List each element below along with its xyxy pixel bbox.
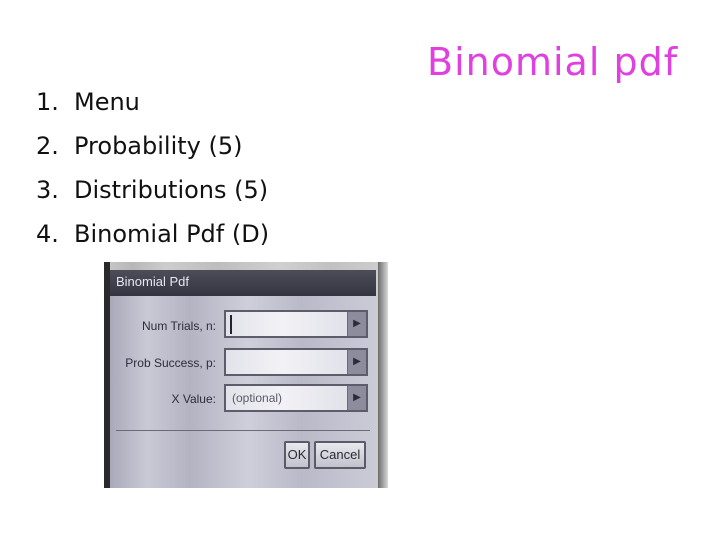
prob-success-label: Prob Success, p: (125, 356, 216, 370)
text-cursor (230, 315, 232, 334)
x-value-label: X Value: (171, 392, 216, 406)
step-item: 4. Binomial Pdf (D) (36, 212, 269, 256)
ok-button[interactable]: OK (284, 441, 310, 469)
step-number: 2. (36, 132, 59, 160)
chevron-right-icon[interactable]: ▶ (347, 386, 366, 410)
steps-list: 1. Menu 2. Probability (5) 3. Distributions… (36, 80, 269, 256)
binomial-pdf-dialog: Binomial Pdf Num Trials, n: ▶ Prob Succe… (110, 270, 376, 488)
dialog-divider (116, 430, 370, 431)
step-item: 3. Distributions (5) (36, 168, 269, 212)
cancel-button[interactable]: Cancel (314, 441, 366, 469)
calculator-screenshot: Binomial Pdf Num Trials, n: ▶ Prob Succe… (104, 262, 388, 488)
step-text: Menu (74, 88, 140, 116)
dialog-title: Binomial Pdf (116, 274, 189, 289)
prob-success-input[interactable]: ▶ (224, 348, 368, 376)
step-number: 1. (36, 88, 59, 116)
chevron-right-icon[interactable]: ▶ (347, 350, 366, 374)
screen-bezel-right (378, 262, 388, 488)
dialog-titlebar: Binomial Pdf (110, 270, 376, 296)
step-text: Binomial Pdf (D) (74, 220, 270, 248)
step-text: Probability (5) (74, 132, 243, 160)
step-text: Distributions (5) (74, 176, 269, 204)
slide-title: Binomial pdf (427, 40, 679, 84)
x-value-input[interactable]: (optional) ▶ (224, 384, 368, 412)
num-trials-input[interactable]: ▶ (224, 310, 368, 338)
step-number: 4. (36, 220, 59, 248)
chevron-right-icon[interactable]: ▶ (347, 312, 366, 336)
step-item: 2. Probability (5) (36, 124, 269, 168)
x-value-placeholder: (optional) (232, 391, 283, 405)
num-trials-label: Num Trials, n: (141, 319, 216, 333)
step-number: 3. (36, 176, 59, 204)
step-item: 1. Menu (36, 80, 269, 124)
